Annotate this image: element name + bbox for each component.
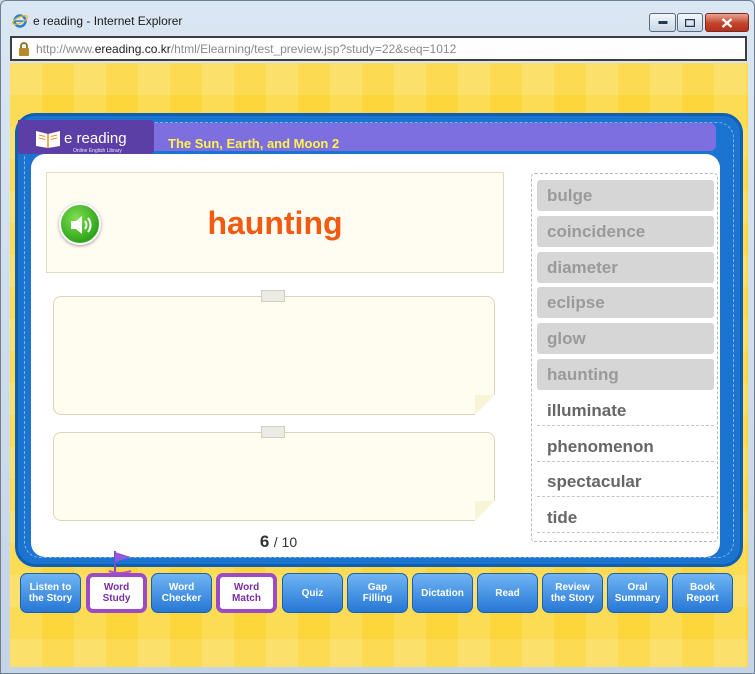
nav-button-label: Quiz [302, 588, 324, 599]
nav-button[interactable]: Word Checker [151, 573, 212, 613]
word-list: bulge coincidence diameter eclipse glow haunt… [531, 173, 718, 542]
nav-button-label: Word Study [103, 582, 131, 604]
ereading-logo[interactable]: e reading Online English Library [18, 120, 154, 154]
word-option[interactable]: phenomenon [537, 431, 714, 462]
nav-button[interactable]: Oral Summary [607, 573, 668, 613]
target-word: haunting [207, 205, 343, 241]
nav-label-line1: Word [103, 582, 130, 593]
nav-button[interactable]: Listen to the Story [20, 573, 81, 613]
lock-icon [19, 42, 29, 56]
nav-button[interactable]: Word Match [216, 573, 277, 613]
close-button[interactable] [705, 13, 749, 32]
nav-button-label: Listen to the Story [29, 582, 72, 604]
page-curl [475, 395, 495, 415]
url-text: http://www.ereading.co.kr/html/Elearning… [36, 42, 457, 56]
word-option[interactable]: glow [537, 323, 714, 355]
progress-counter: 6 / 10 [31, 532, 526, 552]
word-option[interactable]: eclipse [537, 287, 714, 319]
activity-nav: Listen to the Story Word Study Word Checker Wo… [10, 551, 748, 623]
word-option[interactable]: diameter [537, 251, 714, 283]
nav-label-line1: Listen to [29, 582, 72, 593]
definition-drop-area[interactable] [53, 290, 495, 415]
nav-label-line1: Review [555, 582, 590, 593]
close-icon [721, 17, 733, 28]
nav-label-line2: Checker [161, 593, 202, 604]
nav-label-line1: Oral [627, 582, 648, 593]
current-activity-flag-icon [108, 551, 132, 574]
window-title: e reading - Internet Explorer [33, 14, 183, 28]
nav-label-line1: Book [689, 582, 715, 593]
page-content: The Sun, Earth, and Moon 2 e reading Onl… [10, 63, 748, 667]
minimize-button[interactable] [649, 13, 676, 32]
nav-label-line1: Dictation [421, 587, 464, 599]
nav-button-label: Word Match [232, 582, 261, 604]
nav-button-label: Read [495, 588, 519, 599]
nav-label-line2: Report [686, 593, 719, 604]
internet-explorer-icon [12, 14, 28, 28]
word-option[interactable]: tide [537, 502, 714, 534]
page-curl [475, 501, 495, 521]
nav-label-line1: Word [233, 582, 260, 593]
nav-label-line2: Match [232, 593, 261, 604]
browser-window: e reading - Internet Explorer http://www… [0, 0, 755, 674]
nav-label-line2: the Story [28, 593, 73, 604]
word-card: haunting [46, 172, 504, 273]
book-icon [36, 131, 60, 148]
nav-button-label: Dictation [421, 588, 464, 599]
nav-label-line2: the Story [550, 593, 595, 604]
example-drop-area[interactable] [53, 426, 495, 521]
total-items: / 10 [273, 534, 298, 550]
maximize-button[interactable] [677, 13, 703, 32]
study-panel: haunting 6 / 10 bulge coincidence diameter… [31, 154, 720, 557]
address-bar[interactable]: http://www.ereading.co.kr/html/Elearning… [10, 36, 747, 61]
tape-decoration [261, 290, 285, 302]
word-option[interactable]: illuminate [537, 395, 714, 426]
current-item: 6 [259, 532, 270, 551]
word-option[interactable]: coincidence [537, 215, 714, 247]
nav-button[interactable]: Read [477, 573, 538, 613]
nav-button[interactable]: Review the Story [542, 573, 603, 613]
nav-label-line2: Study [102, 593, 131, 604]
nav-label-line1: Read [495, 587, 520, 599]
word-option[interactable]: bulge [537, 180, 714, 211]
nav-button[interactable]: Quiz [282, 573, 343, 613]
nav-button[interactable]: Book Report [672, 573, 733, 613]
activity-board: The Sun, Earth, and Moon 2 e reading Onl… [15, 113, 743, 567]
nav-button[interactable]: Gap Filling [347, 573, 408, 613]
nav-button-label: Review the Story [551, 582, 594, 604]
nav-button-label: Word Checker [162, 582, 201, 604]
word-option[interactable]: haunting [537, 359, 714, 390]
nav-button[interactable]: Dictation [412, 573, 473, 613]
word-option[interactable]: spectacular [537, 466, 714, 498]
nav-label-line2: Summary [614, 593, 661, 604]
nav-button-label: Book Report [686, 582, 718, 604]
story-title: The Sun, Earth, and Moon 2 [168, 136, 340, 151]
title-bar: e reading - Internet Explorer [1, 1, 754, 35]
nav-label-line1: Gap [367, 582, 388, 593]
nav-label-line1: Word [168, 582, 195, 593]
nav-label-line2: Filling [362, 593, 393, 604]
nav-button[interactable]: Word Study [86, 573, 147, 613]
minimize-icon [658, 20, 667, 24]
maximize-icon [685, 18, 695, 27]
nav-button-label: Gap Filling [363, 582, 392, 604]
logo-text: e reading [64, 130, 127, 147]
tape-decoration [261, 426, 285, 438]
nav-button-label: Oral Summary [615, 582, 661, 604]
nav-label-line1: Quiz [301, 587, 324, 599]
